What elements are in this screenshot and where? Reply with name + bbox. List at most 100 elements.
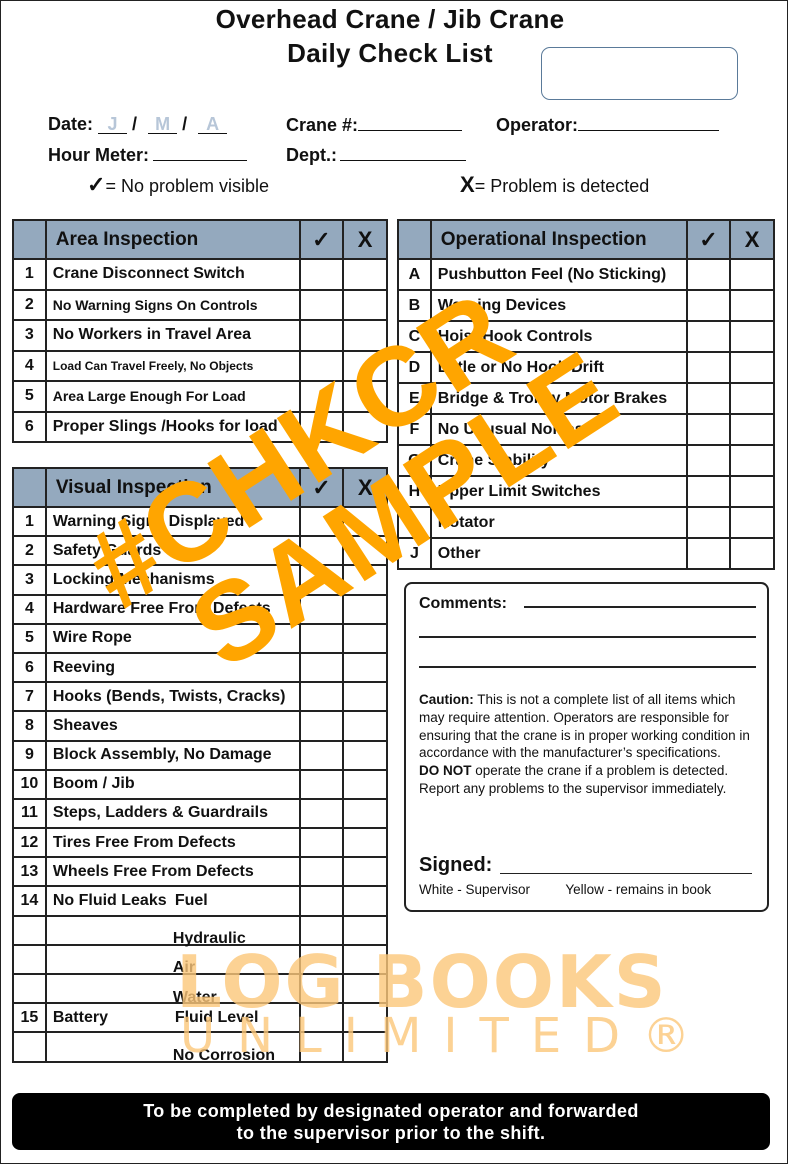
problem-cell[interactable] <box>729 444 775 477</box>
problem-cell[interactable] <box>342 564 388 596</box>
problem-cell[interactable] <box>342 1002 388 1034</box>
table-row: 3 No Workers in Travel Area <box>12 319 388 352</box>
problem-cell[interactable] <box>342 288 388 321</box>
item-label-text: Crane Disconnect Switch <box>52 265 245 283</box>
date-month-input[interactable]: M <box>148 115 178 134</box>
problem-cell[interactable] <box>729 351 775 384</box>
form-number-box[interactable] <box>541 47 738 100</box>
check-cell[interactable] <box>685 320 732 353</box>
problem-cell[interactable] <box>342 827 388 859</box>
problem-cell[interactable] <box>342 710 388 742</box>
problem-cell[interactable] <box>729 537 775 570</box>
item-label: Proper Slings /Hooks for load <box>44 410 301 443</box>
check-cell[interactable] <box>298 380 345 413</box>
problem-cell[interactable] <box>342 856 388 888</box>
check-cell[interactable] <box>298 593 345 625</box>
check-cell[interactable] <box>298 319 345 352</box>
problem-cell[interactable] <box>342 651 388 684</box>
check-cell[interactable] <box>298 651 345 684</box>
problem-cell[interactable] <box>342 410 388 443</box>
check-cell[interactable] <box>298 1002 345 1034</box>
comments-line-2[interactable] <box>419 636 756 638</box>
problem-cell[interactable] <box>729 382 775 415</box>
problem-cell[interactable] <box>342 505 388 538</box>
check-cell[interactable] <box>685 537 732 570</box>
hour-meter-input[interactable] <box>153 144 248 161</box>
check-cell[interactable] <box>298 972 345 1005</box>
problem-cell[interactable] <box>342 914 388 946</box>
item-number: D <box>397 351 432 384</box>
item-label: Rotator <box>429 506 688 539</box>
problem-cell[interactable] <box>342 258 388 291</box>
check-cell[interactable] <box>298 739 345 771</box>
item-number <box>12 1031 47 1063</box>
problem-cell[interactable] <box>342 972 388 1005</box>
problem-cell[interactable] <box>729 475 775 508</box>
check-cell[interactable] <box>685 506 732 539</box>
date-year-input[interactable]: A <box>198 115 228 134</box>
problem-cell[interactable] <box>342 768 388 800</box>
problem-cell[interactable] <box>729 289 775 322</box>
table-row: 12 Tires Free From Defects <box>12 827 388 859</box>
date-day-input[interactable]: J <box>98 115 128 134</box>
problem-cell[interactable] <box>342 1031 388 1063</box>
check-cell[interactable] <box>685 382 732 415</box>
dept-input[interactable] <box>340 144 466 161</box>
problem-cell[interactable] <box>342 797 388 830</box>
check-cell[interactable] <box>298 349 345 382</box>
problem-cell[interactable] <box>342 535 388 567</box>
item-number: 3 <box>12 564 47 596</box>
problem-cell[interactable] <box>342 593 388 625</box>
check-cell[interactable] <box>298 856 345 888</box>
problem-cell[interactable] <box>342 681 388 713</box>
check-cell[interactable] <box>298 1031 345 1063</box>
problem-cell[interactable] <box>342 349 388 382</box>
check-cell[interactable] <box>685 258 732 291</box>
check-cell[interactable] <box>298 535 345 567</box>
problem-cell[interactable] <box>729 320 775 353</box>
problem-cell[interactable] <box>342 380 388 413</box>
item-sub-label: Fuel <box>174 892 208 910</box>
comments-line-1[interactable] <box>524 606 756 608</box>
problem-cell[interactable] <box>729 506 775 539</box>
check-cell[interactable] <box>685 475 732 508</box>
check-cell[interactable] <box>298 885 345 917</box>
copy-yellow: Yellow - remains in book <box>565 882 712 897</box>
check-cell[interactable] <box>298 797 345 830</box>
item-label: Steps, Ladders & Guardrails <box>44 797 301 830</box>
check-cell[interactable] <box>298 505 345 538</box>
check-cell[interactable] <box>298 768 345 800</box>
problem-cell[interactable] <box>342 739 388 771</box>
check-cell[interactable] <box>298 827 345 859</box>
check-cell[interactable] <box>298 564 345 596</box>
check-cell[interactable] <box>298 258 345 291</box>
check-cell[interactable] <box>298 622 345 654</box>
check-cell[interactable] <box>685 351 732 384</box>
check-cell[interactable] <box>685 413 732 446</box>
check-cell[interactable] <box>685 289 732 322</box>
check-cell[interactable] <box>298 681 345 713</box>
problem-cell[interactable] <box>729 258 775 291</box>
problem-cell[interactable] <box>342 943 388 976</box>
check-cell[interactable] <box>298 710 345 742</box>
check-cell[interactable] <box>685 444 732 477</box>
operator-input[interactable] <box>578 114 720 131</box>
problem-cell[interactable] <box>342 885 388 917</box>
signature-line[interactable] <box>500 873 752 874</box>
crane-number-input[interactable] <box>358 114 463 131</box>
item-label: Upper Limit Switches <box>429 475 688 508</box>
legend-check-text: = No problem visible <box>105 176 270 196</box>
problem-cell[interactable] <box>342 319 388 352</box>
check-cell[interactable] <box>298 410 345 443</box>
header-blank <box>12 219 47 260</box>
problem-cell[interactable] <box>729 413 775 446</box>
problem-cell[interactable] <box>342 622 388 654</box>
area-inspection-table: Area Inspection ✓ X 1 Crane Disconnect Sw… <box>12 219 388 443</box>
item-number: B <box>397 289 432 322</box>
check-cell[interactable] <box>298 914 345 946</box>
check-cell[interactable] <box>298 943 345 976</box>
table-row: 13 Wheels Free From Defects <box>12 856 388 888</box>
item-label-text: Little or No Hook Drift <box>437 358 604 376</box>
check-cell[interactable] <box>298 288 345 321</box>
comments-line-3[interactable] <box>419 666 756 668</box>
